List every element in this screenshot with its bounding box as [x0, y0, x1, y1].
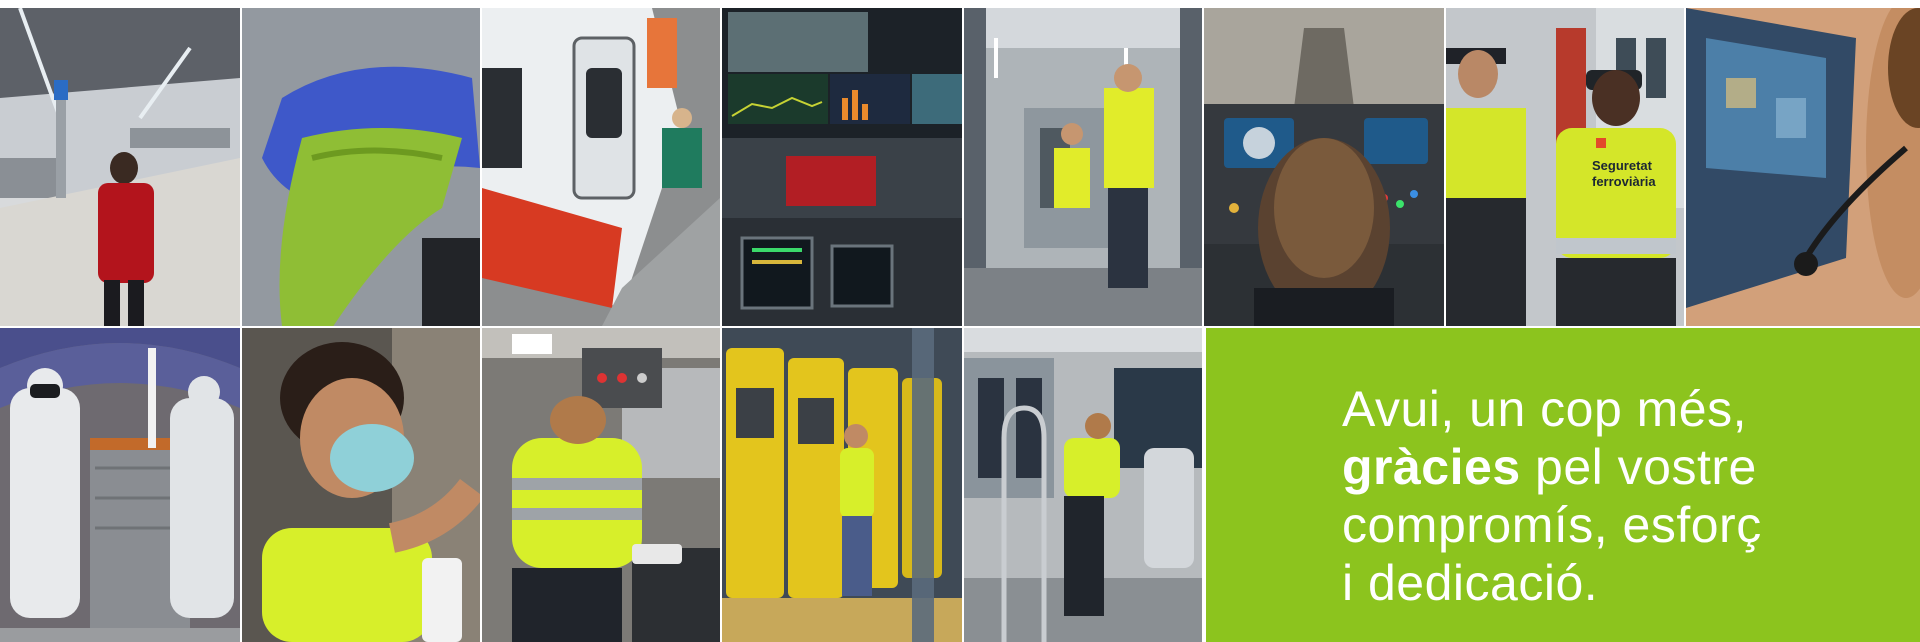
message-line-2-rest: pel vostre — [1520, 439, 1757, 495]
disinfection-crew-photo — [0, 328, 240, 642]
cab-cleaning-photo — [482, 328, 720, 642]
ticket-machine-cleaning-photo — [722, 328, 962, 642]
thank-you-message: Avui, un cop més, gràcies pel vostre com… — [1342, 380, 1762, 612]
security-staff-photo: Seguretat ferroviària — [1446, 8, 1684, 326]
thank-you-panel: Avui, un cop més, gràcies pel vostre com… — [1206, 328, 1920, 642]
train-interior-worker-photo — [964, 8, 1202, 326]
message-line-2: gràcies pel vostre — [1342, 438, 1762, 496]
train-exterior-photo — [482, 8, 720, 326]
headset-operator-photo — [1686, 8, 1920, 326]
vest-label-line2: ferroviària — [1592, 174, 1656, 189]
message-emphasis: gràcies — [1342, 439, 1521, 495]
station-platform-photo — [0, 8, 240, 326]
message-line-1: Avui, un cop més, — [1342, 381, 1748, 437]
cleaning-glove-photo — [242, 8, 480, 326]
masked-cleaner-photo — [242, 328, 480, 642]
control-room-photo — [722, 8, 962, 326]
train-cab-driver-photo — [1204, 8, 1444, 326]
message-line-3: compromís, esforç — [1342, 497, 1762, 553]
message-line-4: i dedicació. — [1342, 555, 1599, 611]
carriage-cleaning-photo — [964, 328, 1202, 642]
vest-label-line1: Seguretat — [1592, 158, 1653, 173]
